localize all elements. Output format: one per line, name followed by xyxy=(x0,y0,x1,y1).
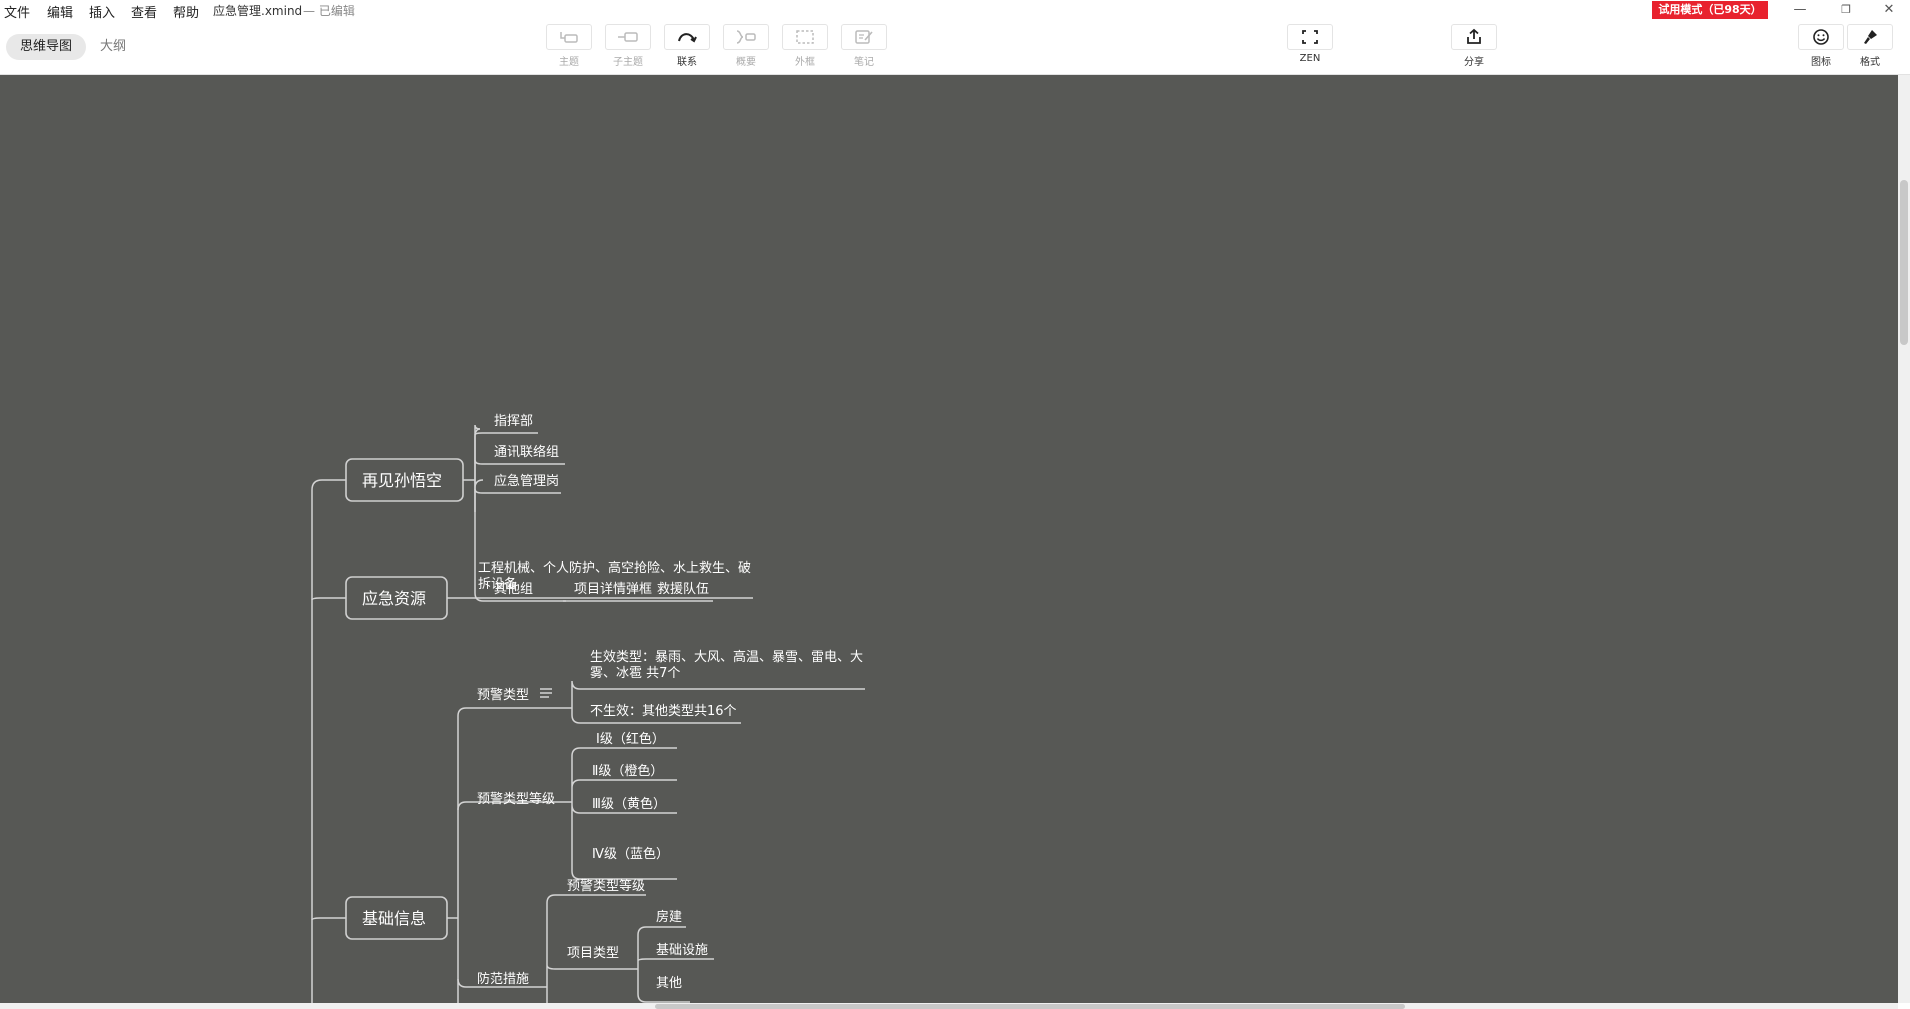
node-infrastructure[interactable]: 基础设施 xyxy=(656,943,708,958)
tab-mindmap[interactable]: 思维导图 xyxy=(6,34,87,60)
trial-badge[interactable]: 试用模式（已98天） xyxy=(1652,1,1768,19)
branch-t1-children xyxy=(463,424,484,512)
topic-icon xyxy=(560,32,578,43)
mindmap-diagram: 再见孙悟空 指挥部 通讯联络组 应急管理岗 其他组 项目详情弹框 救援队伍 应急… xyxy=(311,414,865,1003)
branch-t1-c3 xyxy=(474,488,561,494)
boundary-label: 外框 xyxy=(795,57,815,68)
menu-view[interactable]: 查看 xyxy=(131,2,157,21)
note-icon xyxy=(855,30,873,44)
subtopic-label: 子主题 xyxy=(613,57,643,68)
topic-3-text: 基础信息 xyxy=(362,909,426,928)
tab-outline[interactable]: 大纲 xyxy=(86,34,140,60)
summary-label: 概要 xyxy=(736,57,756,68)
format-panel-tool[interactable]: 格式 xyxy=(1846,24,1894,68)
branch-trunk-t2 xyxy=(311,597,346,601)
subtopic-tool[interactable]: 子主题 xyxy=(604,24,652,68)
menu-file[interactable]: 文件 xyxy=(4,2,30,21)
topic-2-text: 应急资源 xyxy=(362,589,426,608)
close-button[interactable]: ✕ xyxy=(1869,0,1909,20)
node-command[interactable]: 指挥部 xyxy=(494,414,533,429)
node-housing[interactable]: 房建 xyxy=(656,909,682,925)
icon-panel-tool[interactable]: 图标 xyxy=(1797,24,1845,68)
menu-help[interactable]: 帮助 xyxy=(173,2,199,21)
node-prevention[interactable]: 防范措施 xyxy=(477,971,529,987)
summary-icon xyxy=(736,30,756,44)
branch-t1-c1 xyxy=(474,432,538,436)
node-rescue-team[interactable]: 救援队伍 xyxy=(657,581,709,597)
share-tool[interactable]: 分享 xyxy=(1450,24,1498,68)
smiley-icon xyxy=(1813,29,1829,45)
summary-tool[interactable]: 概要 xyxy=(722,24,770,68)
note-tool[interactable]: 笔记 xyxy=(840,24,888,68)
branch-t1-c2 xyxy=(474,459,565,465)
menu-edit[interactable]: 编辑 xyxy=(47,2,73,21)
topic-1-text: 再见孙悟空 xyxy=(362,471,442,490)
icon-panel-label: 图标 xyxy=(1811,57,1831,68)
topic-tool[interactable]: 主题 xyxy=(545,24,593,68)
fullscreen-icon xyxy=(1302,30,1318,44)
zen-tool[interactable]: ZEN xyxy=(1286,24,1334,64)
node-level-1[interactable]: Ⅰ级（红色） xyxy=(596,731,665,747)
share-label: 分享 xyxy=(1464,57,1484,68)
node-emergency-post[interactable]: 应急管理岗 xyxy=(494,473,559,489)
relationship-tool[interactable]: 联系 xyxy=(663,24,711,68)
node-project-popup[interactable]: 项目详情弹框 xyxy=(574,582,652,597)
boundary-tool[interactable]: 外框 xyxy=(781,24,829,68)
horizontal-scrollbar-thumb[interactable] xyxy=(655,1004,1405,1009)
restore-button[interactable]: ❐ xyxy=(1826,0,1866,20)
topic-label: 主题 xyxy=(559,57,579,68)
format-panel-label: 格式 xyxy=(1860,57,1880,68)
node-effective-line2[interactable]: 雾、冰雹 共7个 xyxy=(590,666,680,681)
node-level-4[interactable]: Ⅳ级（蓝色） xyxy=(592,846,669,862)
node-warning-level[interactable]: 预警类型等级 xyxy=(477,791,555,807)
subtopic-icon xyxy=(618,32,638,42)
share-icon xyxy=(1467,28,1481,44)
node-project-type[interactable]: 项目类型 xyxy=(567,946,619,961)
relationship-label: 联系 xyxy=(677,57,697,68)
relationship-icon xyxy=(678,33,697,43)
boundary-icon xyxy=(796,30,814,44)
minimize-button[interactable]: — xyxy=(1780,0,1820,20)
node-not-effective[interactable]: 不生效：其他类型共16个 xyxy=(590,704,737,719)
node-project-other[interactable]: 其他 xyxy=(656,976,682,991)
note-lines-icon xyxy=(540,688,552,698)
menu-insert[interactable]: 插入 xyxy=(89,2,115,21)
node-prevention-level[interactable]: 预警类型等级 xyxy=(567,878,645,894)
document-title: 应急管理.xmind xyxy=(213,4,303,18)
brush-icon xyxy=(1864,30,1877,44)
branch-trunk-t3 xyxy=(311,917,346,921)
node-level-3[interactable]: Ⅲ级（黄色） xyxy=(592,796,666,812)
note-label: 笔记 xyxy=(854,57,874,68)
node-warning-type[interactable]: 预警类型 xyxy=(477,687,529,703)
toolbar: 思维导图 大纲 主题 子主题 联系 概要 外框 笔记 ZEN 分享 图标 格式 xyxy=(0,20,1910,75)
zen-label: ZEN xyxy=(1299,53,1321,64)
branch-trunk xyxy=(311,479,346,1003)
node-effective-line1[interactable]: 生效类型：暴雨、大风、高温、暴雪、雷电、大 xyxy=(590,649,863,665)
view-switch: 思维导图 大纲 xyxy=(6,34,140,60)
branch-t3-spine xyxy=(447,707,572,1003)
document-status: — 已编辑 xyxy=(303,4,355,18)
node-level-2[interactable]: Ⅱ级（橙色） xyxy=(592,763,663,779)
node-resources-line2[interactable]: 拆设备 xyxy=(478,576,517,592)
node-resources-line1[interactable]: 工程机械、个人防护、高空抢险、水上救生、破 xyxy=(478,560,751,576)
title-bar: 文件 编辑 插入 查看 帮助 应急管理.xmind — 已编辑 试用模式（已98… xyxy=(0,0,1910,21)
node-communication[interactable]: 通讯联络组 xyxy=(494,444,559,460)
vertical-scrollbar-thumb[interactable] xyxy=(1900,180,1908,345)
mindmap-canvas[interactable]: 再见孙悟空 指挥部 通讯联络组 应急管理岗 其他组 项目详情弹框 救援队伍 应急… xyxy=(0,75,1898,1003)
